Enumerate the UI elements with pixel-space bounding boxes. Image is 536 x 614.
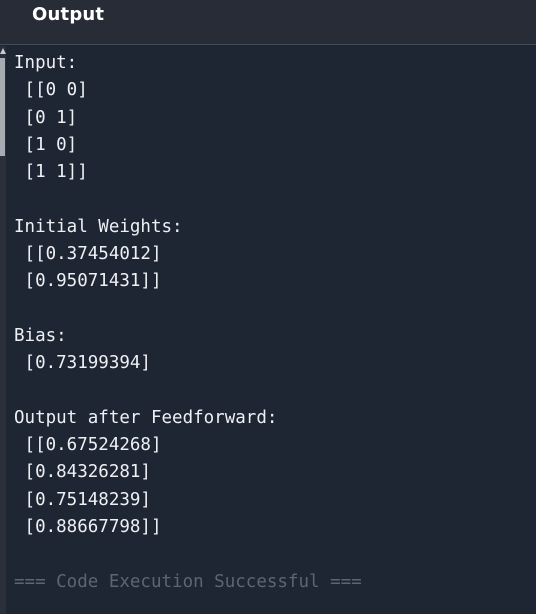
- console-line: [0 1]: [14, 107, 78, 128]
- panel-title: Output: [32, 4, 105, 25]
- console-line: Input:: [14, 53, 78, 73]
- console-line: [0.75148239]: [14, 489, 151, 510]
- console-line: [[0.67524268]: [14, 435, 162, 456]
- console-line: Initial Weights:: [14, 216, 183, 237]
- console-line: [0.84326281]: [14, 462, 151, 483]
- console-line: [0.95071431]]: [14, 271, 162, 292]
- scroll-up-arrow-icon[interactable]: [0, 48, 6, 54]
- console-line: [1 0]: [14, 134, 78, 155]
- console-line: [1 1]]: [14, 162, 88, 183]
- execution-status-line: === Code Execution Successful ===: [14, 571, 362, 592]
- output-panel-header: Output: [0, 0, 536, 45]
- console-line: [0.88667798]]: [14, 517, 162, 538]
- console-line: [[0.37454012]: [14, 244, 162, 265]
- console-line: [[0 0]: [14, 80, 88, 101]
- console-line: [0.73199394]: [14, 353, 151, 374]
- console-line: Bias:: [14, 325, 67, 346]
- console-line: Output after Feedforward:: [14, 407, 278, 428]
- scrollbar-thumb[interactable]: [0, 58, 5, 156]
- console-output: Input: [[0 0] [0 1] [1 0] [1 1]] Initial…: [14, 50, 530, 614]
